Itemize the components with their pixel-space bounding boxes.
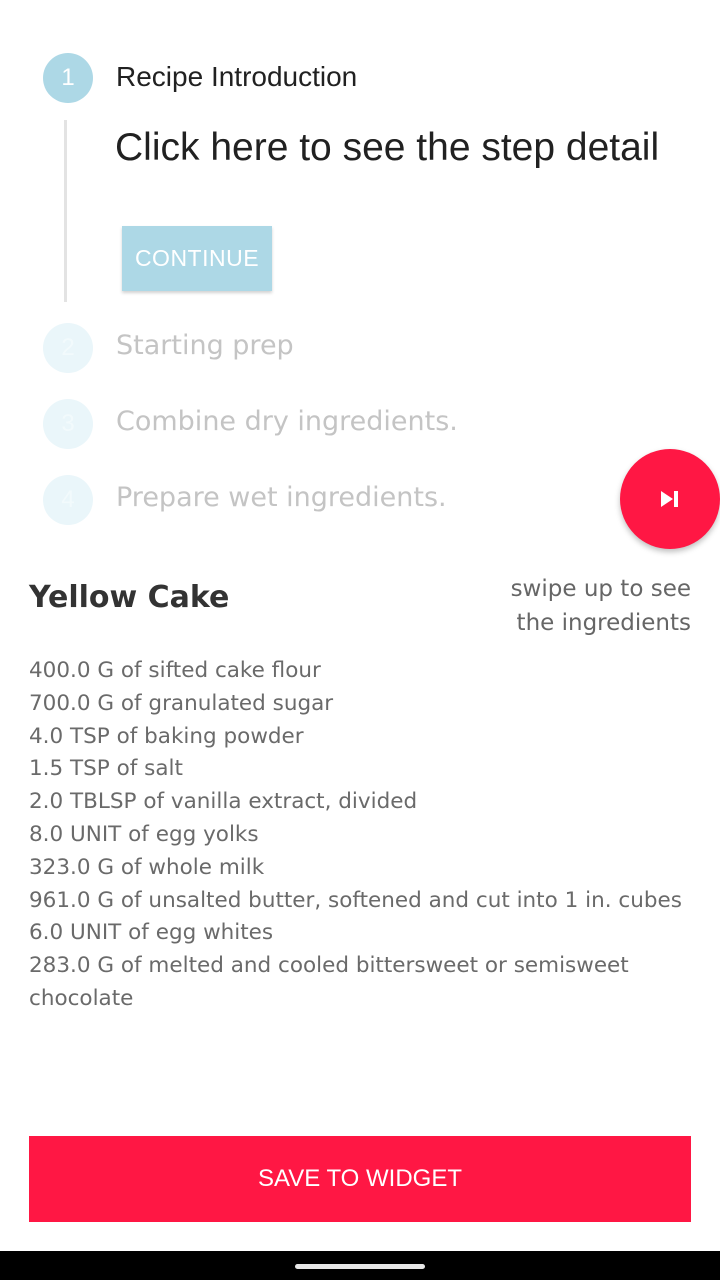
skip-next-icon — [661, 491, 678, 507]
ingredient-item: 2.0 TBLSP of vanilla extract, divided — [29, 789, 418, 815]
navigation-bar — [0, 1251, 720, 1280]
recipe-stepper: 1 Recipe Introduction Click here to see … — [0, 0, 720, 560]
step-1-title[interactable]: Recipe Introduction — [116, 61, 357, 93]
recipe-title: Yellow Cake — [29, 580, 230, 615]
step-4-title[interactable]: Prepare wet ingredients. — [116, 482, 447, 513]
ingredient-item: 700.0 G of granulated sugar — [29, 690, 334, 716]
ingredient-item: 4.0 TSP of baking powder — [29, 723, 304, 749]
swipe-hint-line-2: the ingredients — [516, 610, 691, 636]
swipe-hint: swipe up to see the ingredients — [491, 572, 691, 640]
skip-next-fab[interactable] — [620, 449, 720, 549]
ingredients-list: 400.0 G of sifted cake flour 700.0 G of … — [29, 655, 689, 1016]
swipe-hint-line-1: swipe up to see — [510, 576, 691, 602]
ingredient-item: 8.0 UNIT of egg yolks — [29, 821, 259, 847]
ingredient-item: 400.0 G of sifted cake flour — [29, 658, 321, 683]
step-3-title[interactable]: Combine dry ingredients. — [116, 406, 458, 437]
step-1-number: 1 — [43, 53, 93, 103]
step-4-number: 4 — [43, 475, 93, 525]
step-2-title[interactable]: Starting prep — [116, 330, 294, 361]
continue-button[interactable]: CONTINUE — [122, 226, 272, 291]
ingredient-item: 323.0 G of whole milk — [29, 854, 265, 880]
home-gesture-handle[interactable] — [295, 1264, 425, 1269]
ingredient-item: 1.5 TSP of salt — [29, 756, 183, 782]
step-3-number: 3 — [43, 399, 93, 449]
step-connector-line — [64, 120, 67, 302]
step-2-number: 2 — [43, 323, 93, 373]
ingredient-item: 6.0 UNIT of egg whites — [29, 920, 274, 946]
ingredient-item: 961.0 G of unsalted butter, softened and… — [29, 887, 682, 913]
ingredient-item: 283.0 G of melted and cooled bittersweet… — [29, 953, 629, 1011]
step-detail-text[interactable]: Click here to see the step detail — [115, 126, 659, 170]
save-to-widget-button[interactable]: SAVE TO WIDGET — [29, 1136, 691, 1222]
